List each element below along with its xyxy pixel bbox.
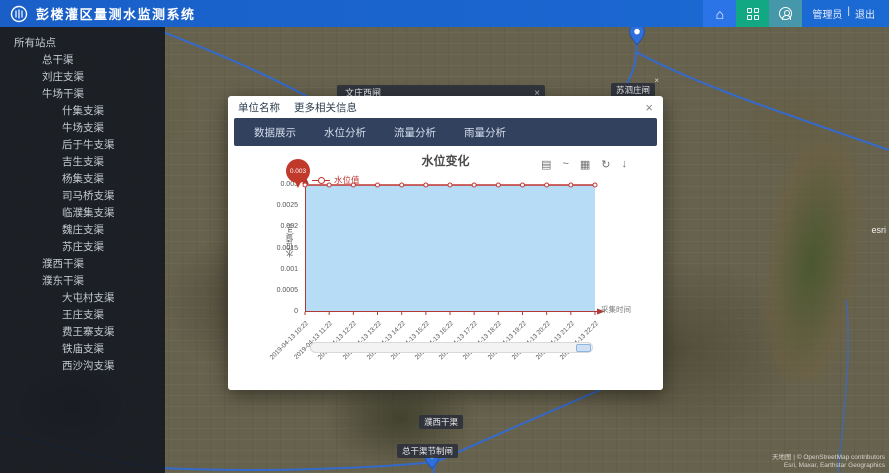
- sidebar-item[interactable]: 魏庄支渠: [0, 222, 165, 239]
- sidebar-item[interactable]: 临濮集支渠: [0, 205, 165, 222]
- y-tick-label: 0.0005: [277, 287, 298, 294]
- sidebar-item[interactable]: 牛场干渠: [0, 86, 165, 103]
- y-tick-label: 0.001: [280, 266, 298, 273]
- user-name[interactable]: 管理员: [812, 6, 842, 21]
- sidebar-item[interactable]: 刘庄支渠: [0, 69, 165, 86]
- map-label-canal[interactable]: 濮西干渠: [419, 415, 463, 429]
- attribution-line: 天地图 | © OpenStreetMap contributors: [772, 454, 885, 462]
- app-logo-icon: [10, 5, 28, 23]
- tab-1[interactable]: 水位分析: [324, 125, 366, 140]
- save-image-icon[interactable]: ↓: [622, 158, 628, 171]
- line-chart-icon[interactable]: ~: [562, 158, 568, 171]
- tab-2[interactable]: 流量分析: [394, 125, 436, 140]
- map-pin[interactable]: [629, 27, 645, 45]
- grid-icon: [747, 8, 759, 20]
- sidebar: 所有站点总干渠刘庄支渠牛场干渠什集支渠牛场支渠后于牛支渠吉生支渠杨集支渠司马桥支…: [0, 27, 165, 473]
- x-axis-name: 采集时间: [601, 304, 631, 315]
- user-button[interactable]: [769, 0, 802, 27]
- map-label-gate[interactable]: 总干渠节制闸: [397, 444, 458, 458]
- max-point-marker: 0.003: [286, 159, 310, 183]
- modal-tabbar: 数据展示 水位分析 流量分析 雨量分析: [234, 118, 657, 146]
- water-level-chart: [305, 185, 595, 312]
- sidebar-item[interactable]: 牛场支渠: [0, 120, 165, 137]
- sidebar-item[interactable]: 费王寨支渠: [0, 324, 165, 341]
- station-name-link[interactable]: 单位名称: [238, 100, 280, 115]
- esri-logo: esri: [871, 225, 886, 235]
- restore-icon[interactable]: ↻: [601, 158, 610, 171]
- sidebar-item[interactable]: 铁庙支渠: [0, 341, 165, 358]
- y-tick-label: 0: [294, 308, 298, 315]
- tab-3[interactable]: 雨量分析: [464, 125, 506, 140]
- sidebar-item[interactable]: 西沙沟支渠: [0, 358, 165, 375]
- sidebar-item[interactable]: 大屯村支渠: [0, 290, 165, 307]
- river-area: [756, 138, 870, 387]
- sidebar-menu: 所有站点总干渠刘庄支渠牛场干渠什集支渠牛场支渠后于牛支渠吉生支渠杨集支渠司马桥支…: [0, 35, 165, 375]
- sidebar-item[interactable]: 濮西干渠: [0, 256, 165, 273]
- app-root: 彭楼灌区量测水监测系统 ⌂ 管理员 | 退出: [0, 0, 889, 473]
- sidebar-item[interactable]: 后于牛支渠: [0, 137, 165, 154]
- home-icon: ⌂: [716, 6, 724, 22]
- tab-0[interactable]: 数据展示: [254, 125, 296, 140]
- station-detail-modal: 单位名称 更多相关信息 × 数据展示水位分析流量分析雨量分析 水位变化 ▤~▦↻…: [228, 96, 663, 390]
- modal-header: 单位名称 更多相关信息 ×: [228, 96, 663, 118]
- sidebar-item[interactable]: 总干渠: [0, 52, 165, 69]
- logout-link[interactable]: 退出: [855, 6, 875, 21]
- sidebar-item[interactable]: 所有站点: [0, 35, 165, 52]
- more-info-link[interactable]: 更多相关信息: [294, 100, 357, 115]
- user-menu: 管理员 | 退出: [812, 6, 875, 21]
- y-tick-label: 0.0025: [277, 202, 298, 209]
- chart-area: 水位变化 ▤~▦↻↓ 水位值 0.003 00.00050.0010.00150…: [228, 146, 663, 390]
- user-icon: [779, 7, 792, 20]
- slider-handle[interactable]: [576, 344, 591, 352]
- home-button[interactable]: ⌂: [703, 0, 736, 27]
- apps-button[interactable]: [736, 0, 769, 27]
- bar-chart-icon[interactable]: ▦: [580, 158, 590, 171]
- sidebar-item[interactable]: 濮东干渠: [0, 273, 165, 290]
- sidebar-item[interactable]: 杨集支渠: [0, 171, 165, 188]
- separator: |: [847, 6, 850, 21]
- page-title: 彭楼灌区量测水监测系统: [36, 4, 196, 23]
- app-header: 彭楼灌区量测水监测系统 ⌂ 管理员 | 退出: [0, 0, 889, 27]
- legend-marker-icon: [312, 177, 330, 184]
- attribution-line: Esri, Maxar, Earthstar Geographics: [772, 462, 885, 470]
- header-actions: ⌂ 管理员 | 退出: [703, 0, 889, 27]
- chart-toolbox: ▤ ~ ▦ ↻ ↓: [541, 158, 627, 171]
- close-icon[interactable]: ×: [654, 73, 659, 88]
- close-icon[interactable]: ×: [645, 101, 653, 114]
- sidebar-item[interactable]: 王庄支渠: [0, 307, 165, 324]
- sidebar-item[interactable]: 吉生支渠: [0, 154, 165, 171]
- data-view-icon[interactable]: ▤: [541, 158, 551, 171]
- map-popup-title: 苏泗庄闸: [616, 85, 650, 95]
- y-axis-name: 水位值(m): [284, 224, 295, 258]
- sidebar-item[interactable]: 司马桥支渠: [0, 188, 165, 205]
- sidebar-item[interactable]: 苏庄支渠: [0, 239, 165, 256]
- map-attribution: 天地图 | © OpenStreetMap contributors Esri,…: [772, 454, 885, 470]
- data-zoom-slider[interactable]: [310, 342, 593, 353]
- sidebar-item[interactable]: 什集支渠: [0, 103, 165, 120]
